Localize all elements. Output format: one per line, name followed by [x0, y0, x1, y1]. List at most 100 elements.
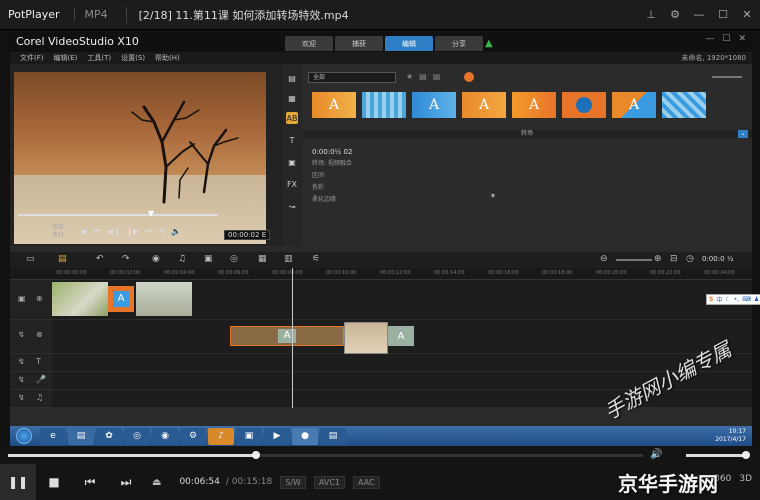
recorder-icon[interactable]: ● — [292, 427, 318, 445]
instant-project-icon[interactable]: ▦ — [286, 92, 298, 104]
menu-tools[interactable]: 工具(T) — [87, 53, 111, 63]
subtitle-icon[interactable]: ▦ — [258, 254, 267, 264]
video-track[interactable]: A S 中 ☾ •, ⌨ ♟ 👕 ✎ — [52, 280, 760, 320]
title-icon[interactable]: T — [286, 134, 298, 146]
clip-tree-fog[interactable] — [136, 282, 192, 316]
transition-thumb[interactable] — [562, 92, 606, 118]
tab-welcome[interactable]: 欢迎 — [285, 36, 333, 51]
3d-button[interactable]: 3D — [739, 474, 752, 484]
zoom-in-icon[interactable]: ⊕ — [654, 254, 662, 264]
settings-icon[interactable]: ⚙ — [668, 7, 682, 21]
chevron-down-icon[interactable]: ⌄ — [738, 130, 748, 138]
overlay-track[interactable]: A A — [52, 320, 752, 354]
audio-codec-badge[interactable]: AAC — [353, 475, 380, 489]
thumb-size-slider[interactable] — [712, 76, 742, 78]
end-icon[interactable]: ⏭ — [145, 226, 152, 236]
option-soft-edge[interactable]: 柔化边缘 — [312, 194, 352, 206]
stop-button[interactable]: ■ — [36, 464, 72, 500]
motion-tracking-icon[interactable]: ◎ — [230, 254, 238, 264]
duration-field[interactable]: 0:00:0½ 02 — [312, 146, 352, 158]
transition-thumb[interactable] — [662, 92, 706, 118]
app-icon[interactable]: ▶ — [264, 427, 290, 445]
transition-thumb[interactable]: A — [462, 92, 506, 118]
overlay-clip-desert[interactable] — [344, 322, 388, 354]
ime-toolbar[interactable]: S 中 ☾ •, ⌨ ♟ 👕 ✎ — [706, 294, 760, 305]
music-note-icon[interactable]: ♫ — [36, 393, 43, 402]
overlay-transition-clip[interactable]: A — [230, 326, 344, 346]
menu-file[interactable]: 文件(F) — [20, 53, 44, 63]
auto-music-icon[interactable]: ▣ — [204, 254, 213, 264]
vs-minimize-icon[interactable]: — — [705, 34, 714, 44]
maximize-icon[interactable]: ☐ — [716, 7, 730, 21]
split-screen-icon[interactable]: ⚟ — [312, 254, 320, 264]
timeline-view-icon[interactable]: ▤ — [58, 254, 67, 264]
volume-bar[interactable] — [686, 454, 746, 457]
start-button[interactable] — [16, 428, 32, 444]
zoom-slider[interactable] — [616, 259, 652, 261]
voice-track-icon[interactable]: ↯ — [18, 375, 25, 384]
music-track-icon[interactable]: ↯ — [18, 393, 25, 402]
label-project[interactable]: 项目 — [52, 224, 64, 232]
video-codec-badge[interactable]: AVC1 — [313, 475, 345, 489]
system-tray[interactable]: 10:17 2017/4/17 — [715, 428, 746, 444]
app-icon[interactable]: ◎ — [124, 427, 150, 445]
transition-thumb[interactable]: A — [312, 92, 356, 118]
get-more-icon[interactable] — [464, 72, 474, 82]
graphic-icon[interactable]: ▣ — [286, 156, 298, 168]
next-frame-icon[interactable]: ❙▶ — [126, 227, 139, 236]
minimize-icon[interactable]: — — [692, 7, 706, 21]
app-icon[interactable]: ⚙ — [180, 427, 206, 445]
filter-icon[interactable]: FX — [286, 178, 298, 190]
apply-all-icon[interactable]: ▤ — [433, 72, 441, 81]
pin-icon[interactable]: ⊥ — [644, 7, 658, 21]
vs-close-icon[interactable]: ✕ — [738, 34, 746, 44]
scrubber-handle-icon[interactable]: ▼ — [148, 209, 154, 218]
storyboard-view-icon[interactable]: ▭ — [26, 254, 35, 264]
play-icon[interactable]: ▶ — [82, 227, 88, 236]
previous-button[interactable]: ⏮ — [72, 464, 108, 500]
option-color[interactable]: 色彩 — [312, 182, 352, 194]
multicam-icon[interactable]: ▥ — [284, 254, 293, 264]
pause-button[interactable]: ❚❚ — [0, 464, 36, 500]
close-icon[interactable]: ✕ — [740, 7, 754, 21]
timeline-timecode[interactable]: 0:00:0 ½ — [702, 255, 734, 263]
add-favorite-icon[interactable]: ★ — [406, 72, 413, 81]
path-icon[interactable]: ↝ — [286, 200, 298, 212]
ime-punct-icon[interactable]: •, — [734, 296, 739, 303]
redo-icon[interactable]: ↷ — [122, 254, 130, 264]
volume-icon[interactable]: 🔈 — [171, 227, 181, 236]
apply-icon[interactable]: ▤ — [419, 72, 427, 81]
next-button[interactable]: ⏭ — [108, 464, 144, 500]
app-icon[interactable]: ▣ — [236, 427, 262, 445]
undo-icon[interactable]: ↶ — [96, 254, 104, 264]
prev-frame-icon[interactable]: ◀❙ — [107, 227, 120, 236]
menu-settings[interactable]: 设置(S) — [121, 53, 145, 63]
ime-moon-icon[interactable]: ☾ — [725, 296, 730, 303]
overlay-toggle-icon[interactable]: ⊗ — [36, 330, 43, 339]
seek-handle[interactable] — [251, 451, 260, 459]
volume-handle[interactable] — [742, 451, 750, 459]
home-icon[interactable]: ⏮ — [94, 226, 101, 236]
category-select[interactable]: 全部 — [308, 72, 396, 83]
sogou-icon[interactable]: S — [709, 296, 713, 303]
menu-edit[interactable]: 编辑(E) — [54, 53, 78, 63]
clip-dandelion[interactable] — [52, 282, 108, 316]
transition-thumb[interactable]: A — [612, 92, 656, 118]
clock-icon[interactable]: ◷ — [686, 254, 694, 264]
transition-thumb[interactable]: A — [512, 92, 556, 118]
mic-icon[interactable]: 🎤 — [36, 375, 46, 384]
playhead[interactable] — [292, 268, 293, 408]
potplayer-brand[interactable]: PotPlayer — [8, 8, 60, 21]
zoom-out-icon[interactable]: ⊖ — [600, 254, 608, 264]
eject-icon[interactable]: ⏏ — [152, 477, 161, 488]
transition-thumb[interactable] — [362, 92, 406, 118]
title-track-icon[interactable]: ↯ — [18, 357, 25, 366]
vs-maximize-icon[interactable]: ☐ — [722, 34, 730, 44]
ime-cn-icon[interactable]: 中 — [716, 295, 722, 304]
audio-mixer-icon[interactable]: ♫ — [178, 254, 186, 264]
app-icon[interactable]: ✿ — [96, 427, 122, 445]
record-icon[interactable]: ◉ — [152, 254, 160, 264]
ie-icon[interactable]: e — [40, 427, 66, 445]
ime-user-icon[interactable]: ♟ — [754, 296, 759, 303]
tab-share[interactable]: 分享 — [435, 36, 483, 51]
